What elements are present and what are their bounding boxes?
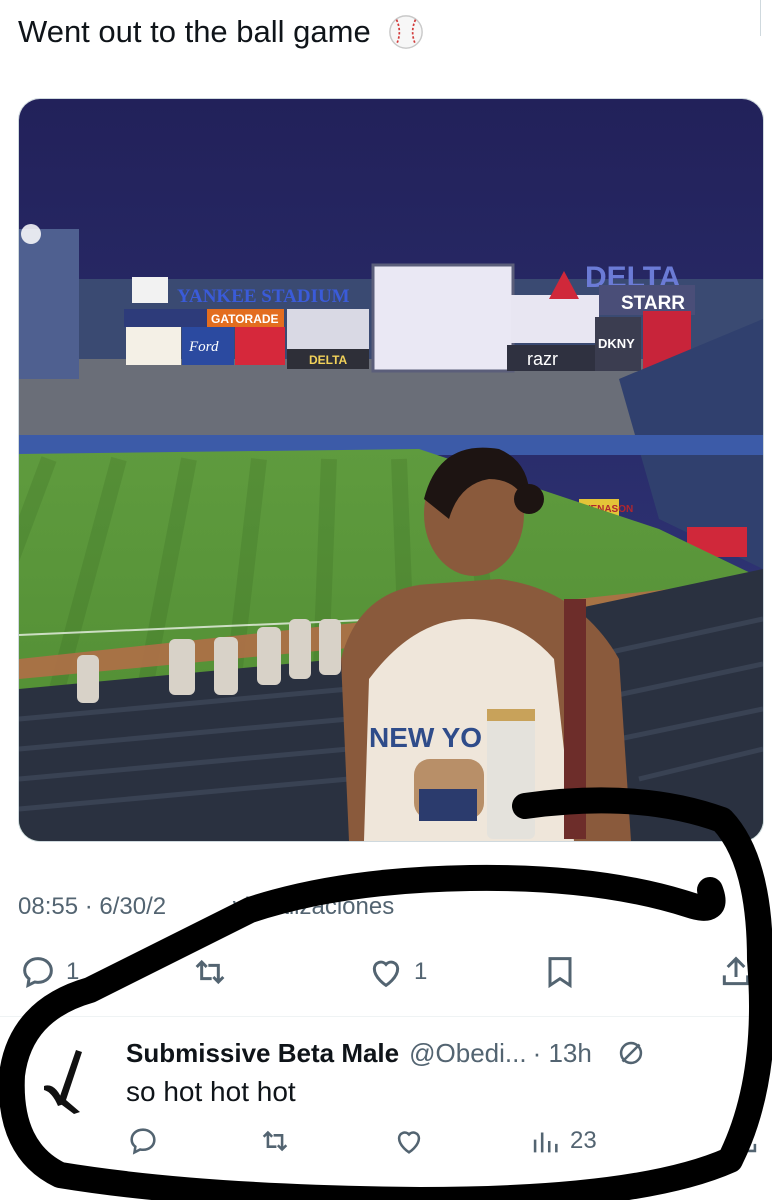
yankee-stadium-sign: YANKEE STADIUM xyxy=(177,286,350,307)
heart-icon xyxy=(372,960,400,988)
reply-count: 1 xyxy=(66,958,80,985)
reply-reply-button[interactable] xyxy=(126,1124,160,1158)
like-button[interactable]: 1 xyxy=(366,952,427,992)
like-count: 1 xyxy=(414,958,428,985)
heart-icon xyxy=(397,1131,421,1154)
analytics-icon xyxy=(533,1132,558,1153)
retweet-icon xyxy=(195,959,225,985)
reply-button[interactable]: 1 xyxy=(18,952,79,992)
stadium-photo: YANKEE STADIUM GATORADE Ford DELTA razr … xyxy=(19,99,763,841)
tweet-timestamp[interactable]: 08:55 · 6/30/2 xyxy=(18,893,166,920)
reply-tweet[interactable]: Submissive Beta Male @Obedi... · 13h so … xyxy=(0,1030,772,1200)
tweet-actions: 1 1 xyxy=(0,950,772,1000)
reply-share-button[interactable] xyxy=(728,1124,762,1158)
tweet-photo[interactable]: YANKEE STADIUM GATORADE Ford DELTA razr … xyxy=(18,98,764,842)
reply-like-button[interactable] xyxy=(392,1124,426,1158)
dkny-sign: DKNY xyxy=(598,336,635,351)
razr-sign: razr xyxy=(527,349,558,369)
bookmark-icon xyxy=(548,957,572,989)
retweet-button[interactable] xyxy=(190,952,230,992)
gatorade-sign: GATORADE xyxy=(211,312,279,326)
shirt-text: NEW YO xyxy=(369,722,482,753)
tweet-text: Went out to the ball game xyxy=(18,14,371,49)
avatar[interactable] xyxy=(36,1042,112,1118)
share-button[interactable] xyxy=(716,952,756,992)
reply-icon xyxy=(130,1128,156,1155)
ford-sign: Ford xyxy=(188,339,219,355)
tweet-meta: 08:55 · 6/30/2 visualizaciones xyxy=(18,893,394,921)
scrollbar xyxy=(760,0,761,36)
views-label: visualizaciones xyxy=(232,893,395,920)
reply-views-count: 23 xyxy=(570,1127,597,1154)
reply-header: Submissive Beta Male @Obedi... · 13h xyxy=(126,1036,648,1070)
reply-author-name[interactable]: Submissive Beta Male xyxy=(126,1038,399,1069)
divider xyxy=(0,1016,772,1017)
reply-views-button[interactable]: 23 xyxy=(528,1124,597,1158)
avatar-image xyxy=(36,1042,112,1118)
reply-author-handle[interactable]: @Obedi... xyxy=(409,1038,526,1069)
reply-actions: 23 xyxy=(0,1124,772,1168)
share-icon xyxy=(722,956,750,986)
retweet-icon xyxy=(262,1130,288,1152)
share-icon xyxy=(733,1127,757,1153)
muted-icon[interactable] xyxy=(614,1036,648,1070)
baseball-icon xyxy=(388,15,423,49)
starr-sign: STARR xyxy=(621,293,685,314)
delta-small-sign: DELTA xyxy=(309,353,348,367)
reply-retweet-button[interactable] xyxy=(258,1124,292,1158)
tweet-text-row: Went out to the ball game xyxy=(18,12,425,52)
bookmark-button[interactable] xyxy=(540,952,580,992)
reply-icon xyxy=(23,957,53,988)
reply-text: so hot hot hot xyxy=(126,1076,296,1107)
reply-time[interactable]: · 13h xyxy=(533,1038,592,1069)
